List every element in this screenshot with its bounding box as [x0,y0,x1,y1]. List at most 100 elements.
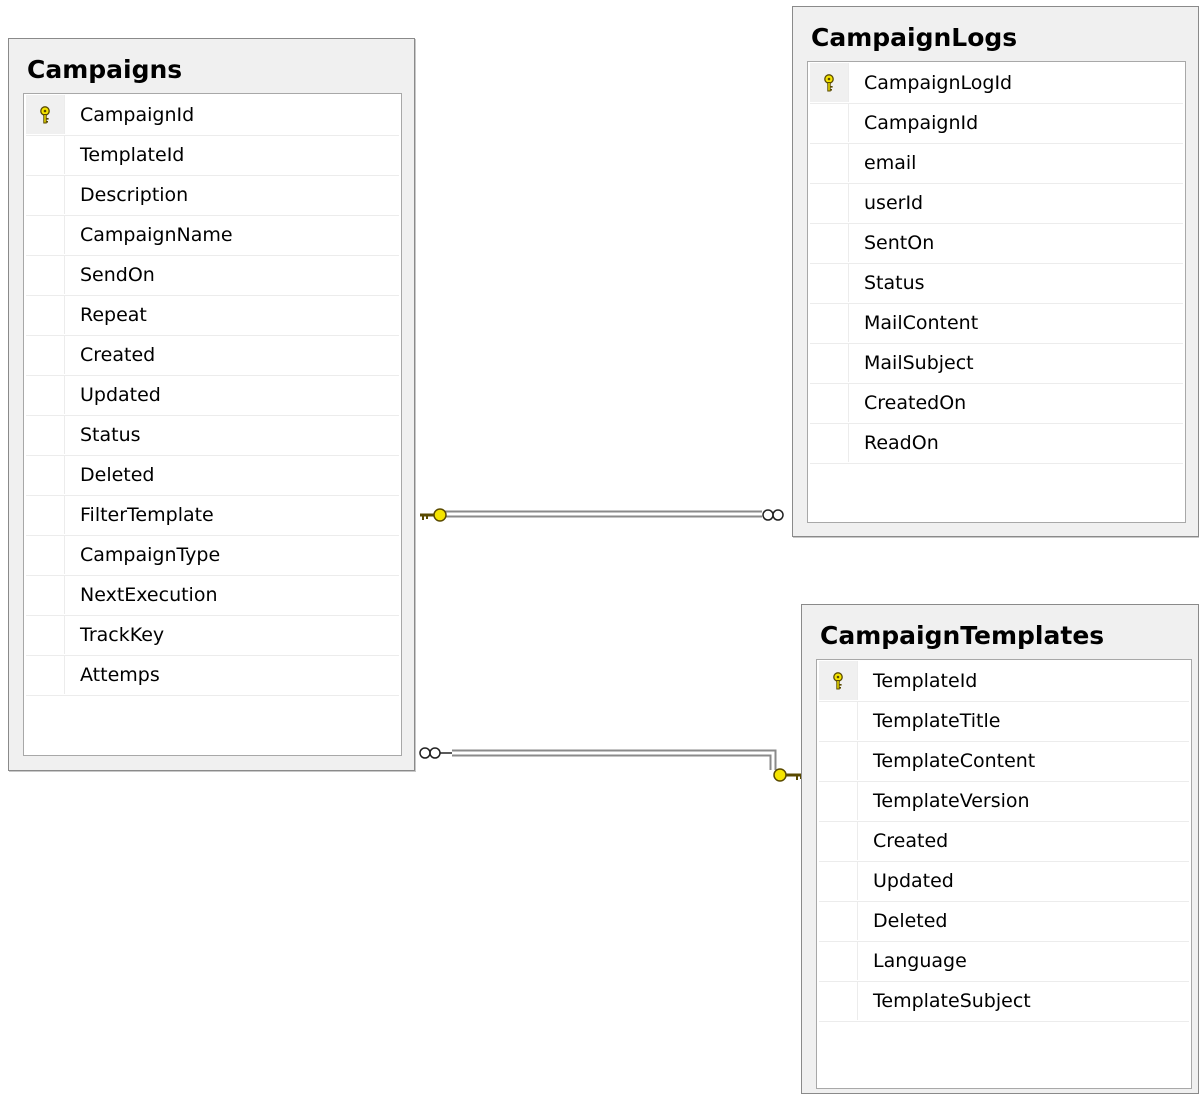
column-row[interactable]: Deleted [819,901,1189,942]
row-selector[interactable] [819,661,858,700]
row-selector[interactable] [26,215,65,254]
key-icon [420,508,447,522]
column-name: Updated [80,384,161,406]
column-row[interactable]: Attemps [26,655,399,696]
column-row[interactable]: Description [26,175,399,216]
row-selector[interactable] [26,295,65,334]
column-row[interactable]: TemplateSubject [819,981,1189,1022]
column-name: userId [864,192,924,214]
row-selector[interactable] [810,63,849,102]
table-campaignlogs[interactable]: CampaignLogs CampaignLogId CampaignId emai… [792,6,1199,537]
column-row[interactable]: SentOn [810,223,1183,264]
row-selector[interactable] [810,303,849,342]
column-name: TemplateId [873,670,978,692]
row-selector[interactable] [810,423,849,462]
row-selector[interactable] [810,103,849,142]
row-selector[interactable] [26,575,65,614]
column-name: Created [873,830,949,852]
column-name: TrackKey [80,624,165,646]
column-row[interactable]: email [810,143,1183,184]
primary-key-icon [822,73,836,92]
table-campaigns[interactable]: Campaigns CampaignId TemplateId Descriptio… [8,38,415,771]
row-selector[interactable] [26,375,65,414]
primary-key-icon [831,671,845,690]
column-name: TemplateId [80,144,185,166]
column-row[interactable]: MailContent [810,303,1183,344]
column-row[interactable]: Updated [819,861,1189,902]
column-name: TemplateVersion [873,790,1030,812]
column-row[interactable]: userId [810,183,1183,224]
column-row[interactable]: SendOn [26,255,399,296]
row-selector[interactable] [819,901,858,940]
column-name: email [864,152,917,174]
row-selector[interactable] [810,143,849,182]
column-row[interactable]: NextExecution [26,575,399,616]
infinity-icon [419,747,452,759]
column-row[interactable]: TrackKey [26,615,399,656]
row-selector[interactable] [819,741,858,780]
column-name: CampaignName [80,224,233,246]
column-row[interactable]: TemplateTitle [819,701,1189,742]
column-row[interactable]: Language [819,941,1189,982]
row-selector[interactable] [819,941,858,980]
column-row[interactable]: TemplateContent [819,741,1189,782]
row-selector[interactable] [26,535,65,574]
column-row[interactable]: CampaignId [26,95,399,136]
column-name: SendOn [80,264,155,286]
column-name: TemplateSubject [873,990,1031,1012]
relationship-campaigntemplates-campaigns [419,747,803,782]
column-grid: CampaignLogId CampaignId email userId SentOn… [807,61,1186,523]
column-row[interactable]: MailSubject [810,343,1183,384]
column-row[interactable]: Updated [26,375,399,416]
row-selector[interactable] [819,861,858,900]
column-row[interactable]: Created [819,821,1189,862]
row-selector[interactable] [26,415,65,454]
row-selector[interactable] [810,383,849,422]
row-selector[interactable] [819,701,858,740]
row-selector[interactable] [26,455,65,494]
row-selector[interactable] [810,223,849,262]
column-row[interactable]: CreatedOn [810,383,1183,424]
column-name: Description [80,184,189,206]
column-row[interactable]: CampaignName [26,215,399,256]
column-name: CampaignId [864,112,979,134]
column-row[interactable]: CampaignId [810,103,1183,144]
column-name: CampaignLogId [864,72,1013,94]
primary-key-icon [38,105,52,124]
column-row[interactable]: Created [26,335,399,376]
row-selector[interactable] [26,495,65,534]
row-selector[interactable] [26,175,65,214]
column-name: Language [873,950,967,972]
column-row[interactable]: CampaignType [26,535,399,576]
column-row[interactable]: TemplateId [26,135,399,176]
row-selector[interactable] [819,981,858,1020]
row-selector[interactable] [26,95,65,134]
row-selector[interactable] [26,615,65,654]
column-name: Status [864,272,925,294]
column-row[interactable]: Status [810,263,1183,304]
column-grid: CampaignId TemplateId Description CampaignN… [23,93,402,756]
column-name: Deleted [80,464,155,486]
row-selector[interactable] [810,343,849,382]
row-selector[interactable] [810,263,849,302]
row-selector[interactable] [26,335,65,374]
row-selector[interactable] [810,183,849,222]
table-campaigntemplates[interactable]: CampaignTemplates TemplateId TemplateTitl… [801,604,1199,1094]
relationship-campaigns-campaignlogs [420,508,784,522]
column-row[interactable]: Status [26,415,399,456]
column-row[interactable]: TemplateVersion [819,781,1189,822]
column-row[interactable]: ReadOn [810,423,1183,464]
column-row[interactable]: CampaignLogId [810,63,1183,104]
row-selector[interactable] [819,821,858,860]
row-selector[interactable] [819,781,858,820]
key-icon [773,768,803,782]
row-selector[interactable] [26,255,65,294]
column-name: CampaignType [80,544,221,566]
row-selector[interactable] [26,655,65,694]
column-row[interactable]: FilterTemplate [26,495,399,536]
column-row[interactable]: TemplateId [819,661,1189,702]
column-name: SentOn [864,232,935,254]
column-row[interactable]: Repeat [26,295,399,336]
column-row[interactable]: Deleted [26,455,399,496]
row-selector[interactable] [26,135,65,174]
